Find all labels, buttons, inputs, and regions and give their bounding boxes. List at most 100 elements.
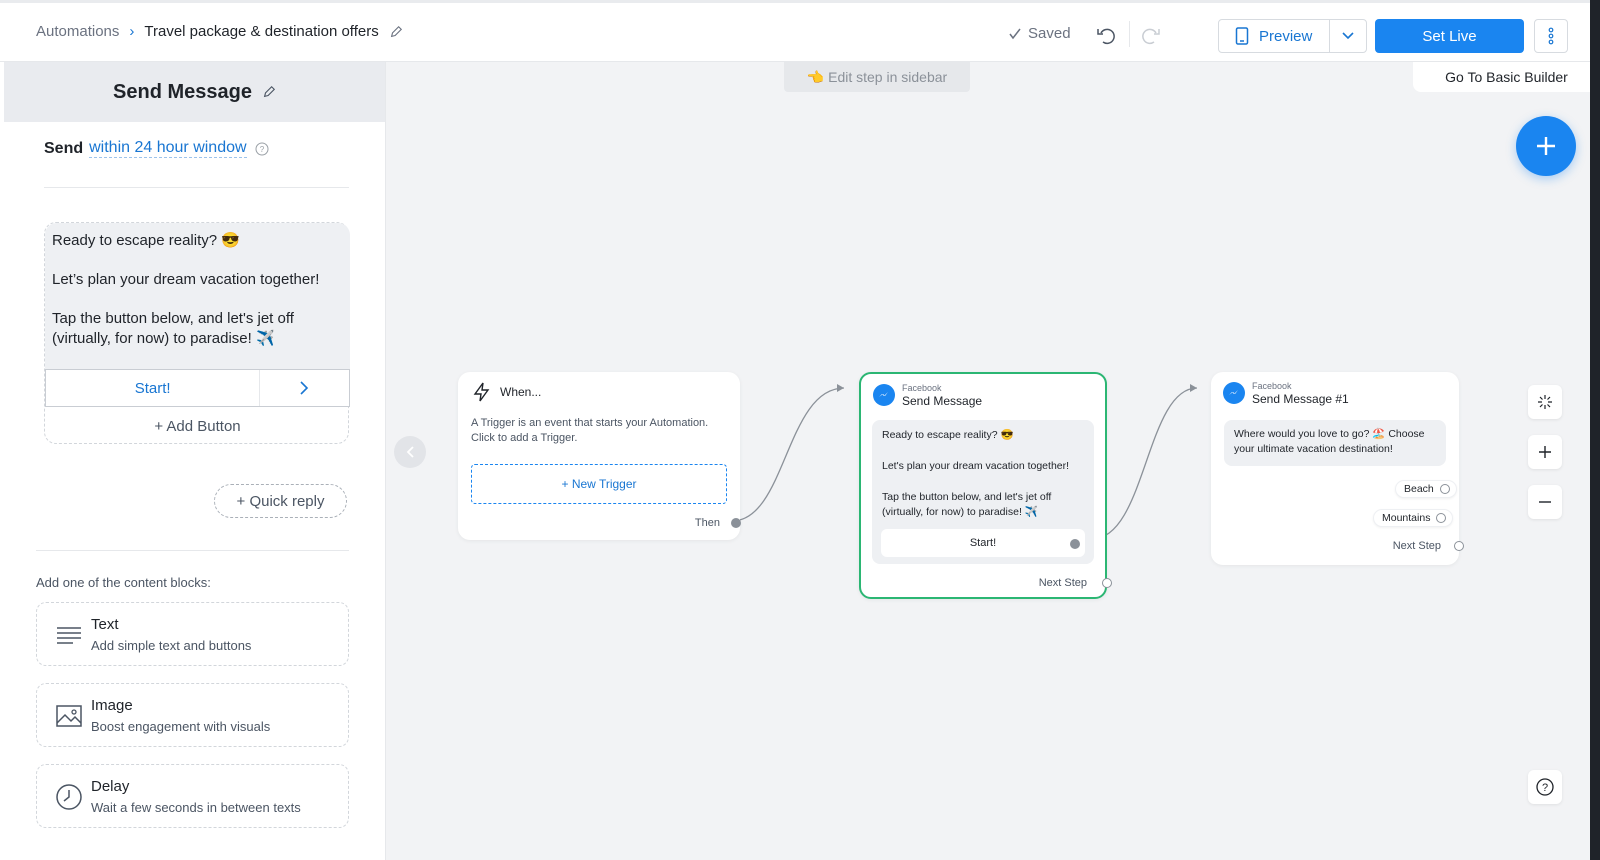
send-message-node[interactable]: Facebook Send Message Ready to escape re… <box>859 372 1112 599</box>
add-button[interactable]: + Add Button <box>45 407 350 445</box>
window-edge <box>1590 0 1600 860</box>
messenger-icon <box>1223 382 1245 404</box>
toolbar-divider <box>1129 21 1130 47</box>
quick-reply-port[interactable] <box>1439 484 1450 494</box>
minus-icon <box>1539 501 1551 503</box>
trigger-node-title: When... <box>500 385 542 399</box>
automation-name: Travel package & destination offers <box>144 23 379 40</box>
set-live-button[interactable]: Set Live <box>1375 19 1524 53</box>
next-step-label: Next Step <box>1038 577 1087 589</box>
pencil-icon[interactable] <box>389 25 403 39</box>
node-title: Send Message <box>902 394 983 408</box>
quick-reply-mountains[interactable]: Mountains <box>1373 509 1454 527</box>
divider <box>36 550 349 551</box>
send-window-row: Send within 24 hour window ? <box>44 139 269 158</box>
text-lines-icon <box>57 627 81 644</box>
node-button-start[interactable]: Start! <box>881 529 1085 557</box>
block-subtitle: Wait a few seconds in between texts <box>91 800 301 815</box>
node-message-line: Tap the button below, and let's jet off … <box>882 491 1052 518</box>
kebab-icon <box>1548 27 1554 45</box>
message-button-label: Start! <box>134 379 171 397</box>
content-block-text[interactable]: Text Add simple text and buttons <box>36 602 349 666</box>
content-block-image[interactable]: Image Boost engagement with visuals <box>36 683 349 747</box>
preview-button[interactable]: Preview <box>1219 20 1331 52</box>
preview-button-group: Preview <box>1218 19 1367 53</box>
quick-reply-label: Beach <box>1404 483 1434 495</box>
then-label: Then <box>694 517 720 529</box>
sidebar-header: Send Message <box>4 62 385 122</box>
auto-arrange-button[interactable] <box>1528 385 1562 419</box>
more-options-button[interactable] <box>1534 19 1568 53</box>
message-text-editor[interactable]: Ready to escape reality? 😎 Let’s plan yo… <box>45 223 350 369</box>
message-line: Ready to escape reality? 😎 <box>52 232 240 249</box>
messenger-icon <box>873 384 895 406</box>
breadcrumb: Automations › Travel package & destinati… <box>36 23 403 40</box>
quick-reply-beach[interactable]: Beach <box>1395 480 1457 498</box>
zoom-out-button[interactable] <box>1528 485 1562 519</box>
next-step-label: Next Step <box>1392 540 1441 552</box>
check-icon <box>1009 28 1021 39</box>
flow-canvas[interactable]: 👈 Edit step in sidebar Go To Basic Build… <box>386 62 1600 860</box>
top-bar: Automations › Travel package & destinati… <box>0 0 1600 62</box>
help-circle-icon: ? <box>1536 778 1554 796</box>
quick-reply-button[interactable]: + Quick reply <box>214 484 347 518</box>
send-label: Send <box>44 139 84 157</box>
zoom-in-button[interactable] <box>1528 435 1562 469</box>
step-editor-sidebar: Send Message Send within 24 hour window … <box>4 62 386 860</box>
message-line: Let’s plan your dream vacation together! <box>52 271 320 288</box>
magic-wand-icon <box>1538 395 1552 409</box>
help-circle-icon[interactable]: ? <box>255 142 269 156</box>
connector-message-to-message-2 <box>1091 387 1198 540</box>
new-trigger-button[interactable]: + New Trigger <box>471 464 727 504</box>
undo-icon[interactable] <box>1095 25 1117 47</box>
quick-reply-port[interactable] <box>1436 513 1447 523</box>
chevron-down-icon <box>1342 32 1354 40</box>
connector-trigger-to-message <box>731 387 845 522</box>
message-line: Tap the button below, and let's jet off … <box>52 310 294 347</box>
next-step-port[interactable] <box>1454 541 1464 551</box>
block-title: Text <box>91 616 119 633</box>
send-window-selector[interactable]: within 24 hour window <box>89 139 247 158</box>
node-message-preview: Where would you love to go? 🏖️ Choose yo… <box>1224 420 1446 466</box>
node-message-line: Ready to escape reality? 😎 <box>882 429 1014 441</box>
saved-label: Saved <box>1028 25 1071 42</box>
trigger-node[interactable]: When... A Trigger is an event that start… <box>458 372 741 540</box>
chevron-right-icon: › <box>129 23 135 40</box>
node-channel: Facebook <box>1252 381 1292 391</box>
preview-label: Preview <box>1259 27 1313 45</box>
preview-dropdown-button[interactable] <box>1330 20 1366 52</box>
block-title: Image <box>91 697 133 714</box>
content-blocks-title: Add one of the content blocks: <box>36 575 211 590</box>
plus-icon <box>1539 446 1551 458</box>
arrow-head <box>837 384 844 392</box>
svg-text:?: ? <box>259 145 264 154</box>
next-step-port[interactable] <box>1102 578 1112 588</box>
arrow-head <box>1190 384 1197 392</box>
node-message-line: Let's plan your dream vacation together! <box>882 460 1070 472</box>
image-icon <box>56 705 82 727</box>
lightning-icon <box>473 382 490 402</box>
message-editor-card: Ready to escape reality? 😎 Let’s plan yo… <box>44 222 350 445</box>
pencil-icon[interactable] <box>262 85 276 99</box>
trigger-node-description: A Trigger is an event that starts your A… <box>471 417 709 444</box>
block-title: Delay <box>91 778 130 795</box>
phone-icon <box>1235 27 1249 45</box>
redo-icon[interactable] <box>1140 25 1162 47</box>
button-port[interactable] <box>1070 539 1080 549</box>
then-port[interactable] <box>731 518 741 528</box>
divider <box>44 187 349 188</box>
block-subtitle: Add simple text and buttons <box>91 638 252 653</box>
block-subtitle: Boost engagement with visuals <box>91 719 271 734</box>
clock-icon <box>56 784 82 810</box>
message-button-start[interactable]: Start! <box>45 369 350 407</box>
help-button[interactable]: ? <box>1528 770 1562 804</box>
send-message-node-2[interactable]: Facebook Send Message #1 Where would you… <box>1211 372 1464 565</box>
chevron-right-icon[interactable] <box>259 370 349 406</box>
content-block-delay[interactable]: Delay Wait a few seconds in between text… <box>36 764 349 828</box>
breadcrumb-automations-link[interactable]: Automations <box>36 23 119 40</box>
node-title: Send Message #1 <box>1252 392 1349 406</box>
step-title[interactable]: Send Message <box>113 81 252 104</box>
node-channel: Facebook <box>902 383 942 393</box>
svg-text:?: ? <box>1542 782 1548 794</box>
quick-reply-label: Mountains <box>1382 512 1431 524</box>
